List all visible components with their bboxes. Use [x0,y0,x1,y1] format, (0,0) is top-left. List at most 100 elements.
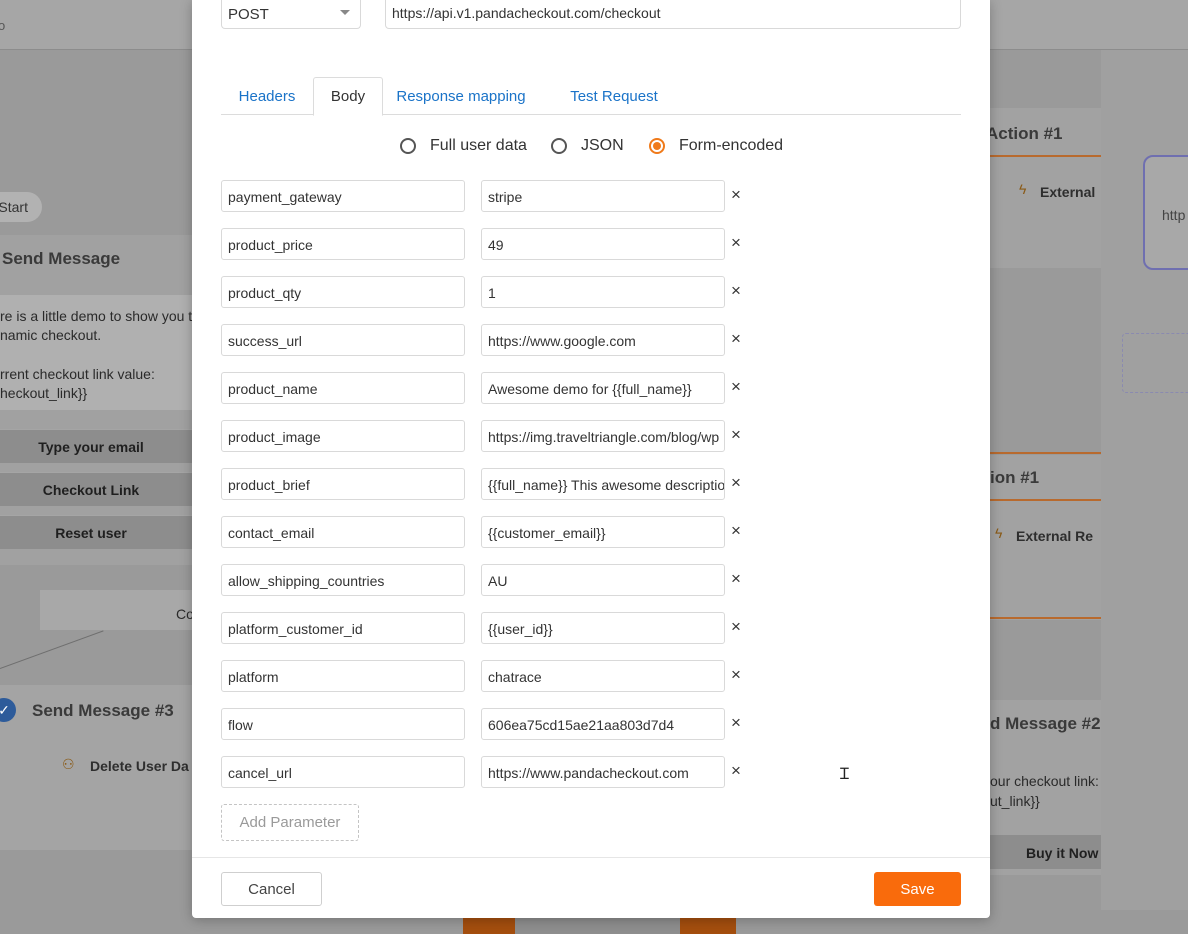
parameter-key-input[interactable]: product_name [221,372,465,404]
parameter-value-input[interactable]: https://www.pandacheckout.com [481,756,725,788]
parameter-row: payment_gateway stripe × [221,180,761,212]
parameter-value-input[interactable]: {{full_name}} This awesome description [481,468,725,500]
http-fragment: http [1162,207,1186,223]
parameter-value-input[interactable]: 606ea75cd15ae21aa803d7d4 [481,708,725,740]
cancel-button[interactable]: Cancel [221,872,322,906]
parameter-value-input[interactable]: Awesome demo for {{full_name}} [481,372,725,404]
tab-bar: Headers Body Response mapping Test Reque… [221,77,961,116]
bg-button-reset-user: Reset user [0,515,192,549]
action-1b-bar-top [990,452,1101,454]
parameter-row: product_qty 1 × [221,276,761,308]
parameter-row: product_price 49 × [221,228,761,260]
parameter-key-input[interactable]: allow_shipping_countries [221,564,465,596]
action-1b-bar-bottom [990,617,1101,619]
parameter-key-input[interactable]: product_price [221,228,465,260]
send-message-title: Send Message [2,249,121,268]
parameter-value-input[interactable]: https://www.google.com [481,324,725,356]
tab-headers[interactable]: Headers [221,77,313,115]
parameter-key-input[interactable]: payment_gateway [221,180,465,212]
modal-footer: Cancel Save [192,857,990,918]
close-icon[interactable]: × [727,472,745,494]
external-request-label-1: External [1040,184,1096,200]
parameter-key-input[interactable]: product_brief [221,468,465,500]
radio-label: Full user data [430,137,527,154]
parameter-key-input[interactable]: platform_customer_id [221,612,465,644]
text-cursor-icon: Ɪ [840,764,849,783]
parameter-value-input[interactable]: {{customer_email}} [481,516,725,548]
action-1-title: Action #1 [986,124,1063,143]
close-icon[interactable]: × [727,280,745,302]
background-topbar-fragment: o [0,18,6,33]
message-line-1: re is a little demo to show you th [0,308,200,324]
parameter-row: success_url https://www.google.com × [221,324,761,356]
parameter-key-input[interactable]: contact_email [221,516,465,548]
close-icon[interactable]: × [727,424,745,446]
parameter-row: platform_customer_id {{user_id}} × [221,612,761,644]
tab-body[interactable]: Body [313,77,383,116]
close-icon[interactable]: × [727,376,745,398]
parameter-row: platform chatrace × [221,660,761,692]
parameter-row: flow 606ea75cd15ae21aa803d7d4 × [221,708,761,740]
radio-label: Form-encoded [679,137,784,154]
close-icon[interactable]: × [727,520,745,542]
radio-form-encoded[interactable]: Form-encoded [649,137,783,155]
parameter-value-input[interactable]: https://img.traveltriangle.com/blog/wp [481,420,725,452]
radio-json[interactable]: JSON [551,137,624,155]
user-icon: ⚇ [62,756,75,772]
add-parameter-button[interactable]: Add Parameter [221,804,359,841]
parameter-value-input[interactable]: stripe [481,180,725,212]
send-message-2-title: d Message #2 [990,714,1101,733]
bolt-icon-2: ϟ [995,525,1003,541]
radio-full-user-data[interactable]: Full user data [400,137,527,155]
parameter-key-input[interactable]: product_qty [221,276,465,308]
parameter-value-input[interactable]: {{user_id}} [481,612,725,644]
buy-it-now-label: Buy it Now [1026,845,1099,861]
parameter-value-input[interactable]: chatrace [481,660,725,692]
message-line-4: heckout_link}} [0,385,88,401]
close-icon[interactable]: × [727,616,745,638]
parameter-key-input[interactable]: product_image [221,420,465,452]
close-icon[interactable]: × [727,184,745,206]
parameter-key-input[interactable]: cancel_url [221,756,465,788]
parameter-row: cancel_url https://www.pandacheckout.com × [221,756,761,788]
checkout-line-2: ut_link}} [990,793,1040,809]
radio-circle [551,138,567,154]
connector-line [0,630,104,669]
close-icon[interactable]: × [727,760,745,782]
radio-label: JSON [581,137,624,154]
chevron-down-icon [340,10,350,15]
body-type-radio-group: Full user data JSON Form-encoded [192,137,990,157]
parameter-row: product_brief {{full_name}} This awesome … [221,468,761,500]
method-value: POST [228,6,269,23]
close-icon[interactable]: × [727,568,745,590]
tab-response-mapping[interactable]: Response mapping [387,77,535,115]
parameter-row: allow_shipping_countries AU × [221,564,761,596]
action-1b-bar [990,499,1101,501]
parameter-row: product_image https://img.traveltriangle.… [221,420,761,452]
close-icon[interactable]: × [727,664,745,686]
start-node-pill: Start [0,192,42,222]
close-icon[interactable]: × [727,712,745,734]
message-line-2: namic checkout. [0,327,102,343]
bolt-icon: ϟ [1019,181,1027,197]
close-icon[interactable]: × [727,232,745,254]
bg-button-type-email: Type your email [0,429,192,463]
request-modal: POST https://api.v1.pandacheckout.com/ch… [192,0,990,918]
save-button[interactable]: Save [874,872,961,906]
dashed-drop-zone [1122,333,1188,393]
parameter-key-input[interactable]: platform [221,660,465,692]
parameter-key-input[interactable]: flow [221,708,465,740]
url-input[interactable]: https://api.v1.pandacheckout.com/checkou… [385,0,961,29]
method-select[interactable]: POST [221,0,361,29]
parameter-value-input[interactable]: 1 [481,276,725,308]
radio-circle [400,138,416,154]
parameter-value-input[interactable]: AU [481,564,725,596]
tab-test-request[interactable]: Test Request [555,77,673,115]
delete-user-label: Delete User Da [90,758,189,774]
action-1-bar [990,155,1101,157]
parameter-value-input[interactable]: 49 [481,228,725,260]
bg-button-checkout-link: Checkout Link [0,472,192,506]
close-icon[interactable]: × [727,328,745,350]
radio-circle [649,138,665,154]
parameter-key-input[interactable]: success_url [221,324,465,356]
